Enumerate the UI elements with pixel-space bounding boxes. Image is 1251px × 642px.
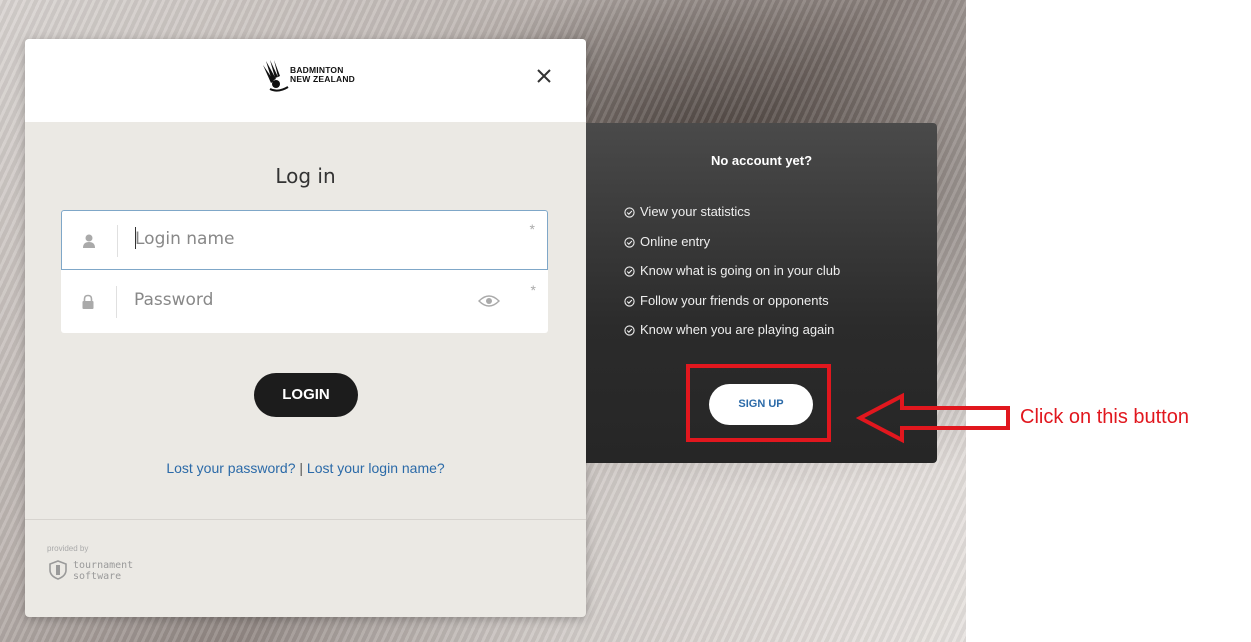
dialog-header: BADMINTON NEW ZEALAND — [25, 39, 586, 122]
check-circle-icon — [624, 295, 635, 307]
benefit-item: Know when you are playing again — [624, 322, 840, 352]
benefit-text: Know when you are playing again — [640, 322, 835, 337]
lost-login-name-link[interactable]: Lost your login name? — [307, 460, 445, 476]
login-name-input[interactable]: Login name — [135, 229, 234, 249]
password-input[interactable]: Password — [134, 290, 213, 310]
signup-title: No account yet? — [710, 153, 813, 168]
field-divider — [116, 286, 117, 318]
user-icon — [83, 234, 95, 248]
brand-name-line2: NEW ZEALAND — [290, 74, 355, 84]
benefit-item: View your statistics — [624, 204, 840, 234]
benefits-list: View your statistics Online entry Know w… — [624, 204, 840, 352]
shuttlecock-icon — [263, 60, 289, 92]
login-button[interactable]: LOGIN — [254, 373, 358, 417]
eye-icon[interactable] — [478, 294, 500, 308]
benefit-item: Online entry — [624, 234, 840, 264]
brand-name: BADMINTON NEW ZEALAND — [290, 66, 355, 84]
login-name-field[interactable]: Login name * — [61, 210, 548, 270]
annotation-highlight-box — [686, 364, 831, 442]
benefit-text: Online entry — [640, 233, 711, 249]
check-circle-icon — [624, 266, 635, 277]
tournament-software-logo: tournament software — [73, 560, 133, 582]
lost-password-link[interactable]: Lost your password? — [166, 460, 295, 476]
provider-line2: software — [73, 571, 122, 582]
benefit-text: Know what is going on in your club — [640, 263, 841, 278]
recovery-links: Lost your password? | Lost your login na… — [25, 460, 586, 476]
check-circle-icon — [624, 325, 635, 336]
field-divider — [117, 225, 118, 257]
link-separator: | — [299, 460, 304, 476]
annotation-arrow-icon — [856, 392, 1010, 444]
close-button[interactable] — [531, 63, 557, 89]
badminton-nz-logo: BADMINTON NEW ZEALAND — [262, 59, 362, 99]
lock-icon — [82, 294, 94, 309]
tournament-software-shield-icon — [49, 560, 67, 580]
required-marker: * — [529, 221, 535, 237]
dialog-footer: provided by tournament software — [25, 519, 586, 617]
login-dialog: BADMINTON NEW ZEALAND Log in Login name … — [25, 39, 586, 617]
login-title: Log in — [275, 164, 336, 188]
password-field[interactable]: Password * — [61, 272, 548, 333]
benefit-item: Follow your friends or opponents — [624, 293, 840, 323]
close-icon — [537, 69, 551, 83]
credentials-form: Login name * Password * — [61, 210, 548, 333]
benefit-item: Know what is going on in your club — [624, 263, 840, 293]
check-circle-icon — [624, 236, 635, 248]
annotation-text: Click on this button — [1020, 406, 1189, 428]
benefit-text: View your statistics — [640, 204, 751, 219]
check-circle-icon — [624, 207, 635, 218]
provided-by-label: provided by — [47, 544, 89, 553]
required-marker: * — [530, 282, 536, 298]
provider-line1: tournament — [73, 560, 134, 571]
benefit-text: Follow your friends or opponents — [640, 292, 829, 308]
